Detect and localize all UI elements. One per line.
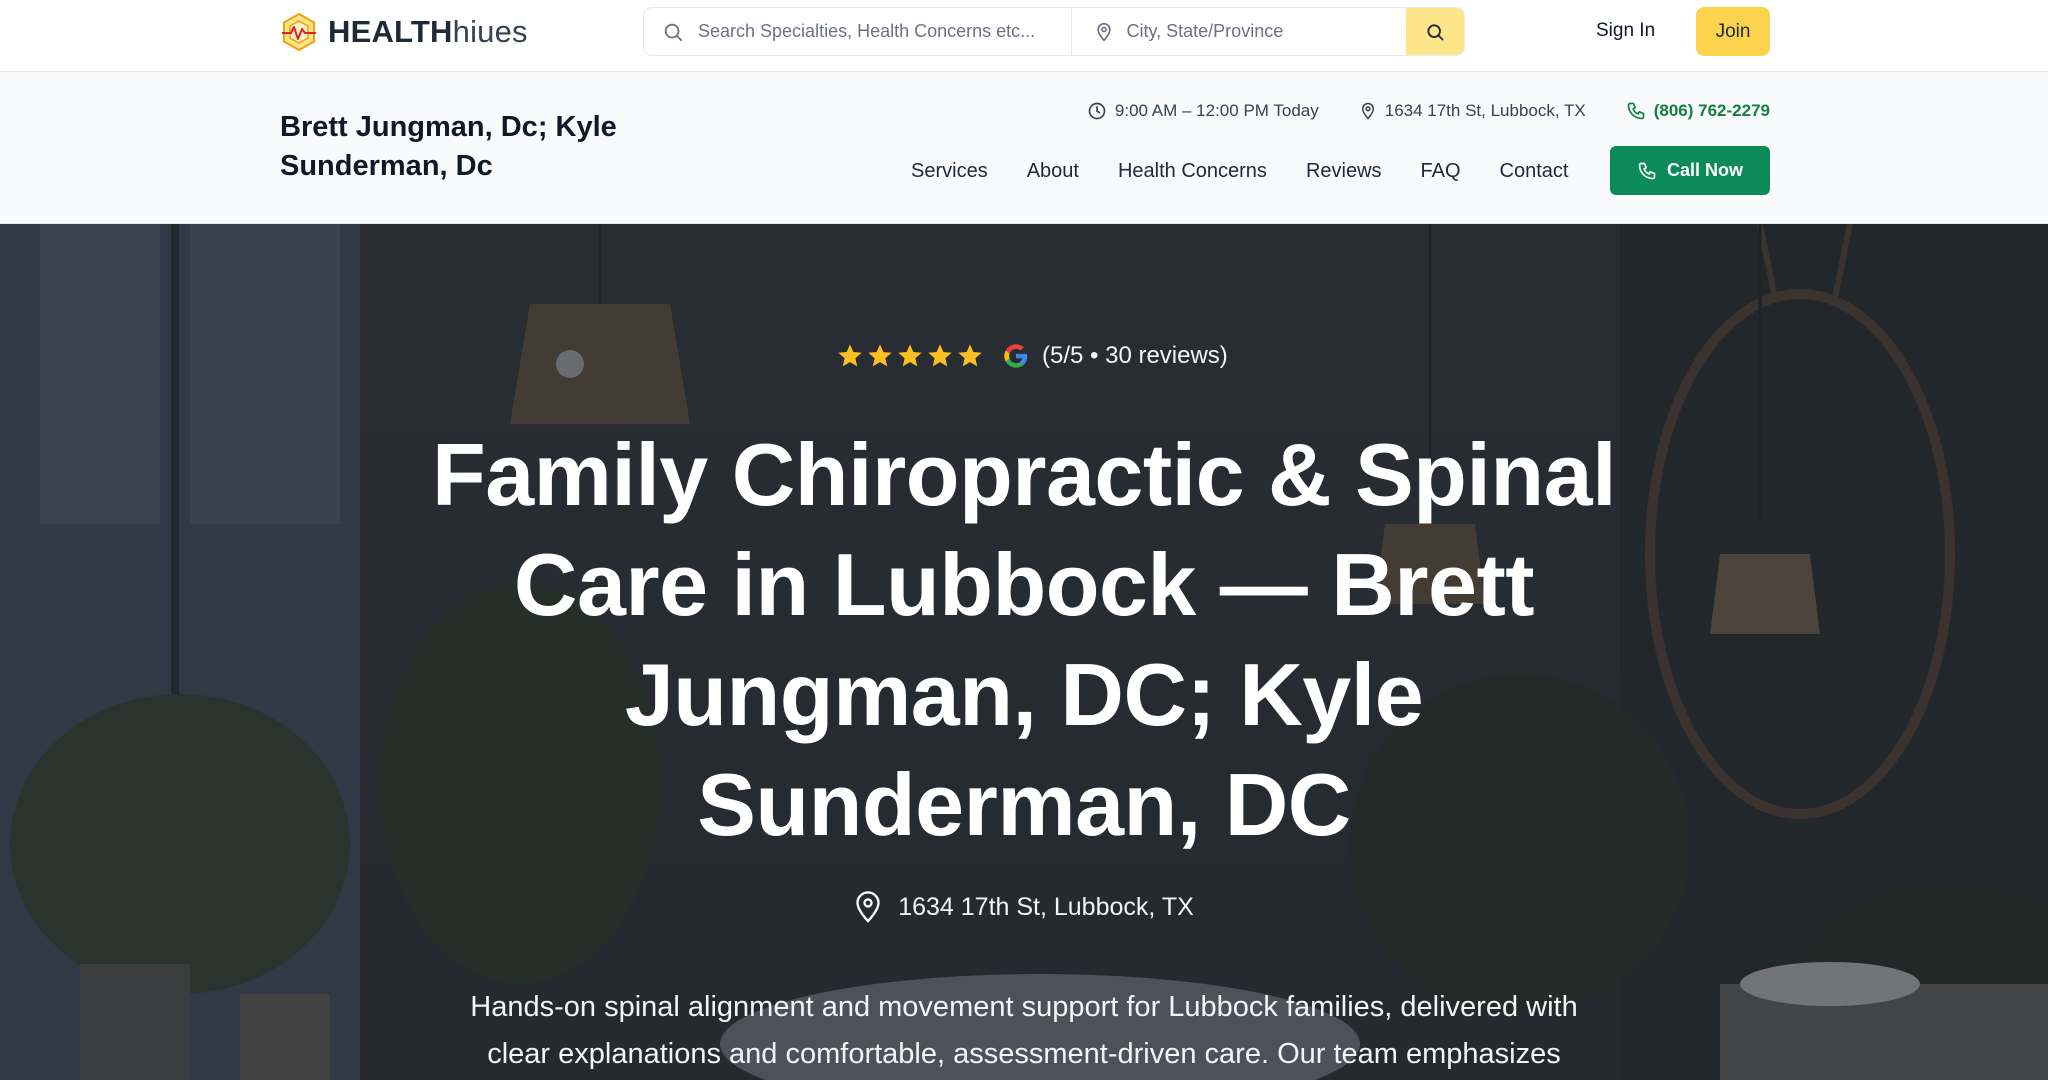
practice-hours: 9:00 AM – 12:00 PM Today — [1087, 101, 1319, 121]
practice-phone-link[interactable]: (806) 762-2279 — [1626, 101, 1770, 121]
location-search-input[interactable] — [1072, 8, 1407, 55]
practice-name: Brett Jungman, Dc; Kyle Sunderman, Dc — [280, 111, 617, 182]
phone-icon — [1627, 102, 1645, 120]
google-icon — [1004, 344, 1028, 368]
rating-text: (5/5 • 30 reviews) — [1042, 342, 1228, 369]
location-pin-icon — [856, 891, 880, 923]
nav-item-contact[interactable]: Contact — [1500, 160, 1569, 183]
practice-meta: 9:00 AM – 12:00 PM Today 1634 17th St, L… — [1047, 101, 1770, 121]
nav-item-about[interactable]: About — [1027, 160, 1079, 183]
brand-logo[interactable]: HEALTHhiues — [278, 10, 528, 54]
search-bar — [643, 7, 1465, 56]
hero-address-text: 1634 17th St, Lubbock, TX — [898, 892, 1194, 921]
call-now-button[interactable]: Call Now — [1610, 146, 1770, 195]
join-button[interactable]: Join — [1696, 7, 1770, 56]
hero-title: Family Chiropractic & Spinal Care in Lub… — [431, 425, 1617, 854]
brand-name-light: hiues — [452, 14, 528, 49]
practice-address-text: 1634 17th St, Lubbock, TX — [1384, 101, 1586, 120]
call-now-label: Call Now — [1666, 160, 1743, 180]
location-pin-icon — [1097, 22, 1112, 42]
practice-nav: Services About Health Concerns Reviews F… — [911, 160, 1607, 183]
nav-item-reviews[interactable]: Reviews — [1306, 160, 1382, 183]
specialty-search-segment — [644, 8, 1073, 55]
search-submit-button[interactable] — [1406, 8, 1464, 55]
star-icon — [958, 344, 982, 367]
practice-phone-text: (806) 762-2279 — [1653, 101, 1770, 120]
star-icon — [868, 344, 892, 367]
clock-icon — [1088, 102, 1106, 120]
location-pin-icon — [1361, 102, 1374, 120]
star-icon — [928, 344, 952, 367]
star-rating — [836, 342, 984, 370]
brand-wordmark: HEALTHhiues — [328, 14, 528, 50]
practice-header: Brett Jungman, Dc; Kyle Sunderman, Dc 9:… — [0, 72, 2048, 224]
brand-name-strong: HEALTH — [328, 14, 453, 49]
search-icon — [1427, 23, 1444, 40]
practice-address: 1634 17th St, Lubbock, TX — [1359, 101, 1586, 121]
hero-description: Hands-on spinal alignment and movement s… — [470, 991, 1578, 1070]
rating-summary[interactable]: (5/5 • 30 reviews) — [836, 342, 1228, 370]
practice-hours-text: 9:00 AM – 12:00 PM Today — [1114, 101, 1319, 120]
nav-item-health-concerns[interactable]: Health Concerns — [1118, 160, 1267, 183]
top-navbar: HEALTHhiues Sign In Join — [0, 0, 2048, 72]
location-search-segment — [1072, 8, 1407, 55]
star-icon — [898, 344, 922, 367]
hive-heart-logo-icon — [282, 12, 316, 52]
star-icon — [838, 344, 862, 367]
search-icon — [664, 23, 683, 42]
hero-section: (5/5 • 30 reviews) Family Chiropractic &… — [0, 224, 2048, 1080]
specialty-search-input[interactable] — [644, 8, 1072, 55]
nav-item-faq[interactable]: FAQ — [1421, 160, 1461, 183]
phone-icon — [1638, 162, 1656, 179]
hero-address: 1634 17th St, Lubbock, TX — [0, 890, 2048, 924]
nav-item-services[interactable]: Services — [911, 160, 988, 183]
sign-in-link[interactable]: Sign In — [1596, 20, 1655, 42]
